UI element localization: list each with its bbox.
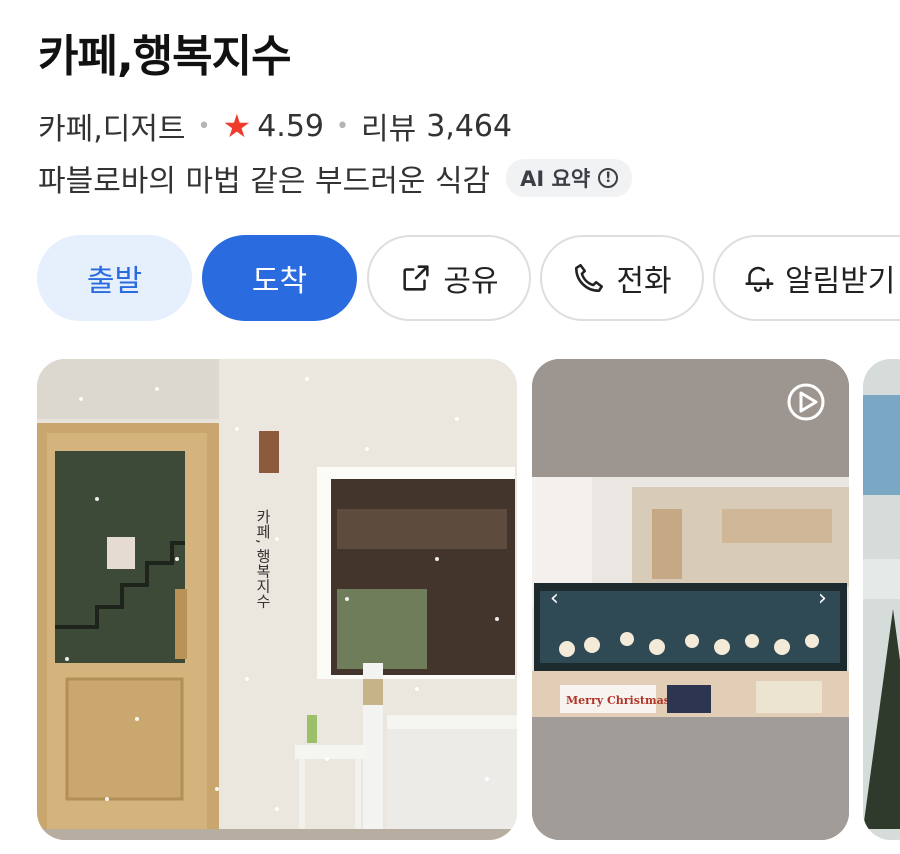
poster-text: Merry Christmas — [566, 694, 670, 707]
share-label: 공유 — [443, 264, 499, 299]
review-label[interactable]: 리뷰 — [361, 104, 416, 148]
call-button[interactable]: 전화 — [540, 235, 704, 321]
arrive-button[interactable]: 도착 — [202, 235, 357, 321]
separator-dot: • — [197, 113, 211, 139]
ai-summary-row: 파블로바의 마법 같은 부드러운 식감 AI 요약 ! — [38, 156, 633, 200]
sign-text: 카페, 행복지수 — [254, 509, 272, 609]
chevron-right-icon[interactable]: › — [818, 586, 827, 611]
storefront-image: 카페, 행복지수 — [37, 359, 517, 840]
info-icon[interactable]: ! — [598, 168, 619, 188]
chevron-left-icon[interactable]: ‹ — [550, 586, 559, 611]
storefront-photo[interactable]: 카페, 행복지수 — [37, 359, 517, 840]
ai-badge-label: AI 요약 — [520, 167, 591, 191]
review-count[interactable]: 3,464 — [426, 109, 512, 144]
depart-button[interactable]: 출발 — [37, 235, 192, 321]
rating-value: 4.59 — [257, 108, 325, 144]
category-label: 카페,디저트 — [38, 112, 186, 147]
ai-summary-badge[interactable]: AI 요약 ! — [506, 159, 633, 197]
dessert-display-image: Merry Christmas ‹ › — [532, 359, 849, 840]
call-label: 전화 — [616, 264, 672, 299]
share-icon — [403, 265, 429, 291]
share-button[interactable]: 공유 — [367, 235, 531, 321]
action-bar: 출발 도착 공유 전화 알림받기 — [37, 235, 900, 321]
place-title: 카페,행복지수 — [38, 31, 292, 82]
alarm-label: 알림받기 — [785, 264, 896, 299]
photo-carousel[interactable]: 카페, 행복지수 Merry Christmas ‹ › — [37, 359, 900, 840]
bell-plus-icon — [745, 266, 774, 292]
separator-dot: • — [336, 113, 349, 139]
video-thumbnail[interactable]: Merry Christmas ‹ › — [532, 359, 849, 840]
star-icon: ★ — [222, 107, 252, 145]
christmas-tree-image — [863, 359, 900, 840]
alarm-button[interactable]: 알림받기 — [713, 235, 900, 321]
place-meta: 카페,디저트 • ★ 4.59 • 리뷰 3,464 — [38, 104, 512, 148]
ai-summary-text: 파블로바의 마법 같은 부드러운 식감 — [38, 164, 491, 199]
phone-icon — [575, 263, 604, 293]
interior-photo[interactable] — [863, 359, 900, 840]
